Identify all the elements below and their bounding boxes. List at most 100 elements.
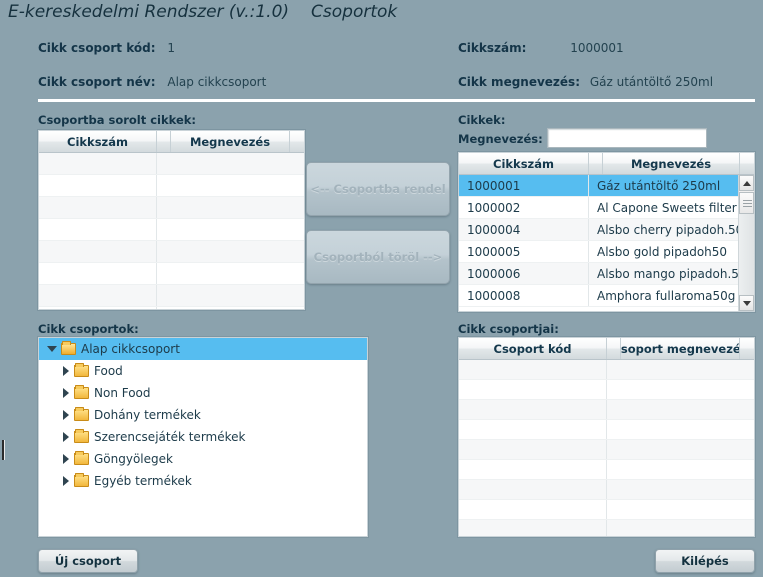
tree-node[interactable]: Dohány termékek: [39, 404, 367, 426]
column-resize-grip[interactable]: [589, 153, 603, 174]
scroll-down-button[interactable]: [739, 295, 754, 311]
cell-item-number: 1000005: [459, 241, 589, 262]
cell-item-name: [157, 175, 304, 196]
group-code-value: 1: [167, 41, 175, 55]
table-row[interactable]: [459, 440, 754, 460]
table-row[interactable]: [459, 500, 754, 520]
tree-node[interactable]: Non Food: [39, 382, 367, 404]
table-row[interactable]: 1000004 Alsbo cherry pipadoh.50: [459, 219, 739, 241]
tree-node[interactable]: Food: [39, 360, 367, 382]
field-group-name: Cikk csoport név: Alap cikkcsoport: [38, 75, 266, 89]
cell-item-name: Amphora fullaroma50g: [597, 288, 736, 303]
table-row[interactable]: [39, 153, 304, 175]
table-row[interactable]: [459, 480, 754, 500]
table-row[interactable]: [459, 520, 754, 536]
chevron-right-icon[interactable]: [63, 388, 69, 398]
items-table[interactable]: Cikkszám Megnevezés 1000001 Gáz utántöltő…: [458, 152, 755, 312]
column-resize-grip[interactable]: [290, 131, 304, 152]
item-name-value: Gáz utántöltő 250ml: [589, 75, 714, 89]
assigned-items-table[interactable]: Cikkszám Megnevezés: [38, 130, 305, 310]
cell-item-number: 1000001: [459, 175, 589, 196]
cell-group-code: [459, 360, 607, 379]
header-divider: [38, 99, 755, 102]
column-header-item-number[interactable]: Cikkszám: [39, 131, 157, 152]
chevron-right-icon[interactable]: [63, 366, 69, 376]
tree-node-label: Food: [94, 364, 123, 378]
tree-node-label: Alap cikkcsoport: [81, 342, 180, 356]
group-name-label: Cikk csoport név:: [38, 75, 156, 89]
items-table-scrollbar[interactable]: [738, 175, 754, 311]
table-row[interactable]: [39, 175, 304, 197]
cell-item-name: [157, 285, 304, 306]
cell-group-code: [459, 400, 607, 419]
folder-icon: [74, 473, 89, 487]
cell-group-code: [459, 520, 607, 536]
table-row[interactable]: 1000001 Gáz utántöltő 250ml: [459, 175, 739, 197]
column-resize-grip[interactable]: [607, 338, 621, 359]
field-group-code: Cikk csoport kód: 1: [38, 41, 175, 55]
table-row[interactable]: [39, 285, 304, 307]
column-resize-grip[interactable]: [740, 153, 754, 174]
tree-node-label: Egyéb termékek: [94, 474, 192, 488]
tree-node-label: Göngyölegek: [94, 452, 173, 466]
assigned-items-body: [39, 153, 304, 309]
column-header-item-name[interactable]: Megnevezés: [603, 153, 740, 174]
table-row[interactable]: [39, 197, 304, 219]
table-row[interactable]: [39, 307, 304, 309]
chevron-down-icon[interactable]: [47, 346, 57, 352]
column-header-item-name[interactable]: Megnevezés: [171, 131, 290, 152]
tree-node[interactable]: Szerencsejáték termékek: [39, 426, 367, 448]
table-row[interactable]: 1000008 Amphora fullaroma50g: [459, 285, 739, 307]
items-table-body: 1000001 Gáz utántöltő 250ml 1000002 Al Capo…: [459, 175, 739, 307]
column-header-group-code[interactable]: Csoport kód: [459, 338, 607, 359]
tree-node-label: Non Food: [94, 386, 151, 400]
items-filter-input[interactable]: [547, 128, 707, 148]
table-row[interactable]: 1000006 Alsbo mango pipadoh.5: [459, 263, 739, 285]
chevron-right-icon[interactable]: [63, 454, 69, 464]
cell-group-name: [607, 420, 754, 439]
chevron-right-icon[interactable]: [63, 410, 69, 420]
cell-item-name: [157, 263, 304, 284]
cell-item-number: [39, 219, 157, 240]
column-resize-grip[interactable]: [740, 338, 754, 359]
cell-group-name: [607, 440, 754, 459]
table-row[interactable]: [39, 241, 304, 263]
column-header-item-number[interactable]: Cikkszám: [459, 153, 589, 174]
remove-from-group-button[interactable]: Csoportból töröl -->: [306, 230, 450, 284]
table-row[interactable]: [39, 219, 304, 241]
table-row[interactable]: [39, 263, 304, 285]
tree-node[interactable]: Göngyölegek: [39, 448, 367, 470]
folder-icon: [74, 385, 89, 399]
column-header-group-name[interactable]: Csoport megnevezés: [621, 338, 740, 359]
group-tree[interactable]: Alap cikkcsoport Food Non Food Dohány termé…: [38, 337, 368, 537]
cell-item-number: [39, 241, 157, 262]
exit-button[interactable]: Kilépés: [655, 549, 755, 573]
table-row[interactable]: 1000005 Alsbo gold pipadoh50: [459, 241, 739, 263]
column-resize-grip[interactable]: [157, 131, 171, 152]
table-row[interactable]: 1000002 Al Capone Sweets filter: [459, 197, 739, 219]
item-groups-table[interactable]: Csoport kód Csoport megnevezés: [458, 337, 755, 537]
cell-group-code: [459, 500, 607, 519]
assigned-items-label: Csoportba sorolt cikkek:: [38, 113, 197, 127]
table-row[interactable]: [459, 400, 754, 420]
tree-node[interactable]: Alap cikkcsoport: [39, 338, 367, 360]
table-row[interactable]: [459, 380, 754, 400]
cell-group-code: [459, 480, 607, 499]
table-row[interactable]: [459, 360, 754, 380]
table-row[interactable]: [459, 460, 754, 480]
scroll-up-button[interactable]: [739, 175, 754, 191]
chevron-right-icon[interactable]: [63, 476, 69, 486]
scrollbar-track[interactable]: [739, 214, 754, 295]
scrollbar-thumb[interactable]: [739, 192, 754, 214]
tree-node[interactable]: Egyéb termékek: [39, 470, 367, 492]
cell-group-name: [607, 520, 754, 536]
cell-item-name: [157, 219, 304, 240]
chevron-right-icon[interactable]: [63, 432, 69, 442]
items-filter-label: Megnevezés:: [458, 132, 543, 146]
assign-to-group-button[interactable]: <-- Csoportba rendel: [306, 162, 450, 216]
item-name-label: Cikk megnevezés:: [458, 75, 580, 89]
table-row[interactable]: [459, 420, 754, 440]
group-tree-label: Cikk csoportok:: [38, 322, 139, 336]
new-group-button[interactable]: Új csoport: [38, 549, 138, 573]
cell-item-name: [157, 241, 304, 262]
